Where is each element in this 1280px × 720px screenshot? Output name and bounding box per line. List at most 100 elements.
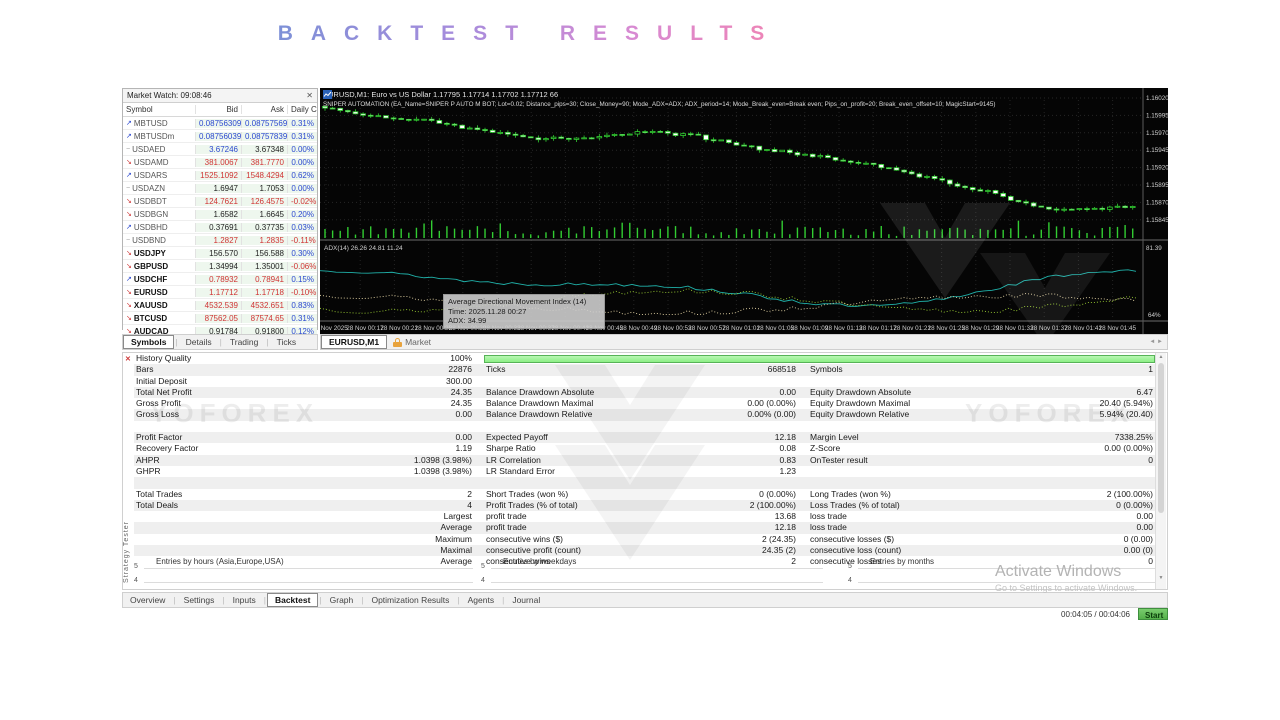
bid-value: 381.0067 <box>195 158 241 167</box>
svg-text:1.15870: 1.15870 <box>1146 199 1168 206</box>
market-watch-row-usdazn[interactable]: −USDAZN1.69471.70530.00% <box>123 182 317 195</box>
market-watch-row-usdbnd[interactable]: −USDBND1.28271.2835-0.11% <box>123 234 317 247</box>
tab-left-icon[interactable]: ◄ <box>1149 339 1155 345</box>
market-watch-row-eurusd[interactable]: ↘EURUSD1.177121.17718-0.10% <box>123 286 317 299</box>
up-arrow-icon: ↗ <box>126 275 132 283</box>
stat-value: 24.35 <box>302 387 474 398</box>
market-watch-row-usdaed[interactable]: −USDAED3.672463.673480.00% <box>123 143 317 156</box>
bid-value: 1.34994 <box>195 262 241 271</box>
daily-change-value: 0.30% <box>287 249 317 258</box>
scroll-down-icon[interactable]: ▼ <box>1157 575 1165 581</box>
market-watch-panel: Market Watch: 09:08:46 ✕ SymbolBidAskDai… <box>122 88 318 330</box>
bid-value: 1.2827 <box>195 236 241 245</box>
scroll-thumb[interactable] <box>1158 363 1164 513</box>
page: BACKTEST RESULTS YOFOREX YOFOREX Market … <box>0 0 1280 720</box>
market-watch-row-btcusd[interactable]: ↘BTCUSD87562.0587574.650.31% <box>123 312 317 325</box>
start-button[interactable]: Start <box>1138 608 1168 620</box>
svg-text:81.39: 81.39 <box>1146 245 1162 252</box>
market-tab-label[interactable]: Market <box>405 337 431 347</box>
column-header-symbol[interactable]: Symbol <box>123 105 195 114</box>
market-watch-titlebar: Market Watch: 09:08:46 ✕ <box>123 89 317 103</box>
market-watch-row-mbtusd[interactable]: ↗MBTUSD0.087563090.087575690.31% <box>123 117 317 130</box>
tab-optimization-results[interactable]: Optimization Results <box>364 594 456 606</box>
column-header-daily-cha-[interactable]: Daily Cha... <box>287 105 317 114</box>
tab-symbols[interactable]: Symbols <box>123 335 174 349</box>
stat-label: Total Net Profit <box>134 387 302 398</box>
symbol-name: MBTUSD <box>134 119 168 128</box>
tab-eurusd-m1[interactable]: EURUSD,M1 <box>321 335 387 349</box>
market-watch-row-xauusd[interactable]: ↘XAUUSD4532.5394532.6510.83% <box>123 299 317 312</box>
market-watch-row-usdars[interactable]: ↗USDARS1525.10921548.42940.62% <box>123 169 317 182</box>
tab-graph[interactable]: Graph <box>323 594 361 606</box>
stat-value: 1.0398 (3.98%) <box>302 466 474 477</box>
up-arrow-icon: ↗ <box>126 132 132 140</box>
tab-right-icon[interactable]: ► <box>1157 339 1163 345</box>
chart-symbol-icon <box>323 90 332 99</box>
ask-value: 1548.4294 <box>241 171 287 180</box>
y-tick: 4 <box>481 577 485 584</box>
flat-icon: − <box>126 146 130 153</box>
ask-value: 1.2835 <box>241 236 287 245</box>
tab-agents[interactable]: Agents <box>461 594 501 606</box>
chart-panel[interactable]: 28 Nov 202528 Nov 00:1728 Nov 00:2128 No… <box>320 88 1168 334</box>
scroll-up-icon[interactable]: ▲ <box>1157 354 1165 360</box>
symbol-name: USDAZN <box>132 184 165 193</box>
stat-label: Margin Level <box>808 432 990 443</box>
stat-label: loss trade <box>808 522 990 533</box>
results-scrollbar[interactable]: ▲ ▼ <box>1155 353 1166 589</box>
market-watch-row-gbpusd[interactable]: ↘GBPUSD1.349941.35001-0.06% <box>123 260 317 273</box>
tab-details[interactable]: Details <box>179 336 219 348</box>
svg-text:1.15895: 1.15895 <box>1146 182 1168 189</box>
tab-ticks[interactable]: Ticks <box>270 336 304 348</box>
market-watch-row-usdbhd[interactable]: ↗USDBHD0.376910.377350.03% <box>123 221 317 234</box>
svg-text:1.15845: 1.15845 <box>1146 217 1168 224</box>
bid-value: 0.08756309 <box>195 119 241 128</box>
bid-value: 1.17712 <box>195 288 241 297</box>
tab-settings[interactable]: Settings <box>177 594 222 606</box>
history-quality-bar <box>484 355 1155 363</box>
stop-icon[interactable]: ✕ <box>125 355 131 363</box>
down-arrow-icon: ↘ <box>126 262 132 270</box>
tab-overview[interactable]: Overview <box>123 594 172 606</box>
bid-value: 124.7621 <box>195 197 241 206</box>
y-tick: 4 <box>134 577 138 584</box>
stat-label: Loss Trades (% of total) <box>808 500 990 511</box>
tab-journal[interactable]: Journal <box>505 594 547 606</box>
flat-icon: − <box>126 237 130 244</box>
stat-value: 0.00 <box>990 511 1155 522</box>
market-watch-row-mbtusdm[interactable]: ↗MBTUSDm0.087560390.087578390.31% <box>123 130 317 143</box>
daily-change-value: -0.02% <box>287 197 317 206</box>
stat-value: 24.35 <box>302 398 474 409</box>
column-header-bid[interactable]: Bid <box>195 105 241 114</box>
column-header-ask[interactable]: Ask <box>241 105 287 114</box>
stat-value: Maximum <box>302 534 474 545</box>
svg-text:1.15995: 1.15995 <box>1146 112 1168 119</box>
market-watch-header: SymbolBidAskDaily Cha... <box>123 103 317 117</box>
market-watch-row-usdbgn[interactable]: ↘USDBGN1.65821.66450.20% <box>123 208 317 221</box>
tab-scroll-arrows[interactable]: ◄ ► <box>1149 339 1167 345</box>
symbol-name: USDBDT <box>134 197 167 206</box>
symbol-name: BTCUSD <box>134 314 167 323</box>
stat-label: loss trade <box>808 511 990 522</box>
market-watch-row-usdamd[interactable]: ↘USDAMD381.0067381.77700.00% <box>123 156 317 169</box>
market-watch-row-usdbdt[interactable]: ↘USDBDT124.7621126.4575-0.02% <box>123 195 317 208</box>
market-watch-row-usdchf[interactable]: ↗USDCHF0.789320.789410.15% <box>123 273 317 286</box>
chart-title-line: EURUSD,M1: Euro vs US Dollar 1.17795 1.1… <box>323 90 558 99</box>
market-watch-row-usdjpy[interactable]: ↘USDJPY156.570156.5880.30% <box>123 247 317 260</box>
chart-title-text: EURUSD,M1: Euro vs US Dollar 1.17795 1.1… <box>323 90 558 99</box>
svg-text:1.15945: 1.15945 <box>1146 147 1168 154</box>
up-arrow-icon: ↗ <box>126 171 132 179</box>
tab-inputs[interactable]: Inputs <box>226 594 263 606</box>
tab-trading[interactable]: Trading <box>223 336 266 348</box>
stat-label: consecutive loss (count) <box>808 545 990 556</box>
svg-text:28 Nov 01:33: 28 Nov 01:33 <box>996 325 1034 332</box>
stat-value: 2 (100.00%) <box>990 489 1155 500</box>
tester-statusbar: 00:04:05 / 00:04:06 Start <box>122 607 1168 621</box>
ask-value: 0.37735 <box>241 223 287 232</box>
stat-value: 0 <box>990 455 1155 466</box>
market-watch-rows: ↗MBTUSD0.087563090.087575690.31%↗MBTUSDm… <box>123 117 317 338</box>
close-icon[interactable]: ✕ <box>306 89 313 102</box>
stat-value: 22876 <box>302 364 474 375</box>
daily-change-value: 0.20% <box>287 210 317 219</box>
tab-backtest[interactable]: Backtest <box>267 593 318 607</box>
